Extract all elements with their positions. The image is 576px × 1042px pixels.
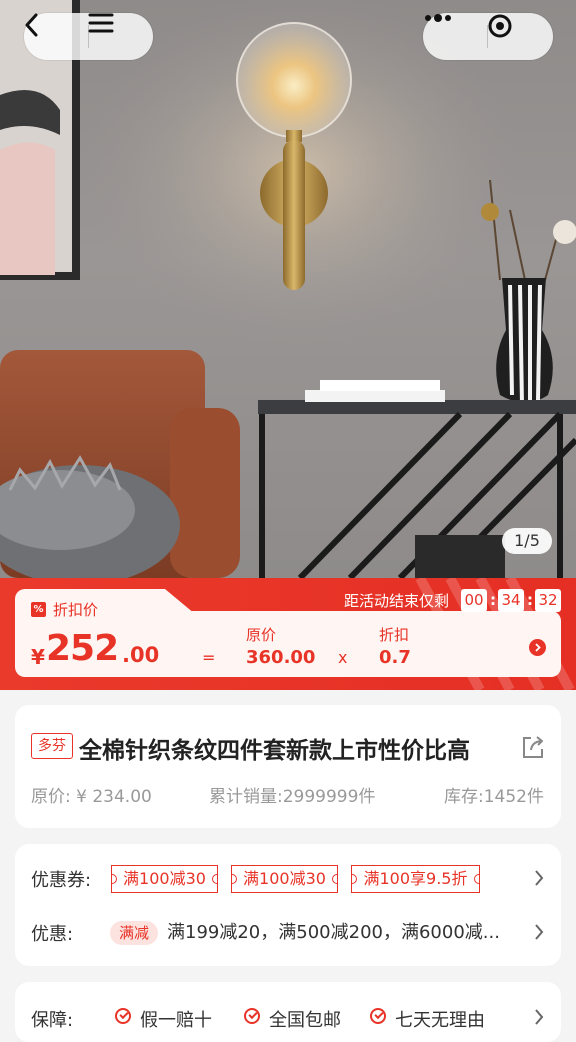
share-icon [523,736,543,758]
menu-button[interactable] [88,13,152,60]
chevron-right-icon[interactable] [533,1008,545,1026]
chevron-right-icon[interactable] [533,869,545,887]
countdown-minutes: 34 [498,589,524,612]
chevron-right-icon[interactable] [533,923,545,941]
more-button[interactable] [423,13,487,60]
price-decimal: .00 [122,643,160,667]
price-integer: 252 [46,628,119,669]
back-button[interactable] [24,13,88,60]
countdown-colon: : [490,591,496,609]
countdown-seconds: 32 [535,589,561,612]
product-image-gallery[interactable]: 1/5 [0,0,576,578]
guarantee-label: 保障: [31,1010,74,1031]
countdown-colon: : [527,591,533,609]
original-price-label: 原价 [246,626,277,644]
discount-price-label: 折扣价 [53,601,99,619]
discount-rate-label: 折扣 [379,626,410,644]
equals-sign: = [202,648,216,667]
promotion-label: 优惠: [31,924,74,945]
coupon-item[interactable]: 满100享9.5折 [351,865,480,893]
offers-card [15,844,561,966]
share-button[interactable] [519,733,547,765]
price-detail-button[interactable] [529,639,546,656]
discount-rate-value: 0.7 [379,647,411,668]
product-info-card [15,705,561,828]
target-circle-icon [488,14,512,38]
guarantee-item: 假一赔十 [140,1010,212,1031]
hamburger-icon [88,13,114,33]
stock-count: 库存:1452件 [444,787,544,807]
product-photo [0,0,576,578]
original-price-text: 原价: ¥ 234.00 [31,787,152,807]
countdown-hours: 00 [461,589,487,612]
chevron-right-icon [535,643,541,652]
guarantee-item: 七天无理由 [395,1010,485,1031]
coupon-label: 优惠券: [31,870,92,891]
promotion-badge: 满减 [110,921,158,945]
product-title: 全棉针织条纹四件套新款上市性价比高 [79,738,470,764]
image-pager: 1/5 [502,528,552,554]
brand-badge: 多芬 [31,733,73,759]
countdown-label: 距活动结束仅剩 [344,592,450,610]
nav-capsule-left [24,13,153,60]
original-price-value: 360.00 [246,647,316,668]
more-dots-icon [425,14,451,22]
close-miniprogram-button[interactable] [487,13,551,60]
percent-icon: % [31,602,46,617]
coupon-item[interactable]: 满100减30 [231,865,338,893]
coupon-item[interactable]: 满100减30 [111,865,218,893]
guarantee-item: 全国包邮 [269,1010,341,1031]
back-arrow-icon [25,13,38,37]
multiply-sign: x [338,648,348,667]
nav-capsule-right [423,13,553,60]
promotion-text: 满199减20，满500减200，满6000减... [167,922,500,943]
sales-count: 累计销量:2999999件 [209,787,376,807]
price-currency: ¥ [31,645,45,669]
